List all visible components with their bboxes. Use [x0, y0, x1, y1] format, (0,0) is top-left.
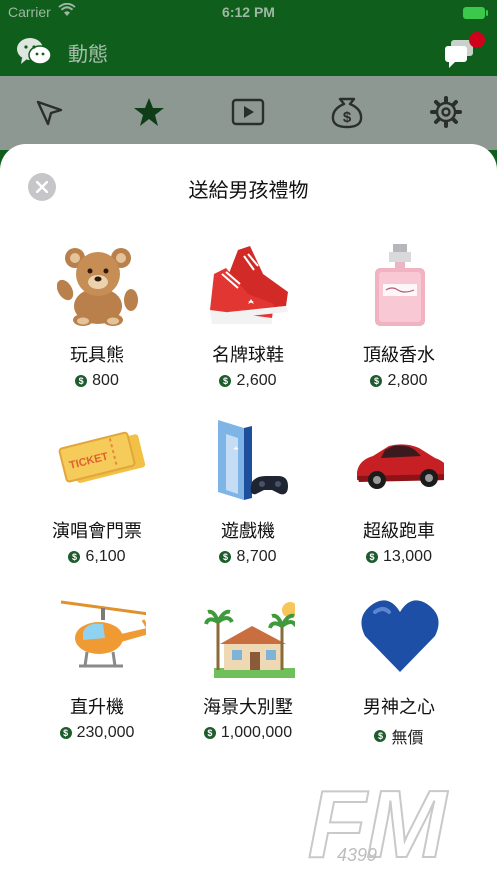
settings-tab[interactable]: [428, 94, 464, 130]
gift-name: 遊戲機: [221, 521, 275, 542]
svg-text:4399: 4399: [337, 845, 377, 865]
price-value: 2,600: [236, 372, 277, 389]
gift-price: $2,800: [324, 372, 474, 390]
fm-4399-watermark-logo: FM 4399: [307, 775, 450, 867]
battery-icon: [463, 7, 488, 19]
coin-icon: $: [366, 551, 379, 563]
gift-name: 海景大別墅: [203, 697, 293, 718]
gear-icon: [430, 96, 462, 128]
nav-bar: 動態: [0, 28, 497, 76]
price-value: 2,800: [387, 372, 428, 389]
coin-icon: $: [59, 727, 72, 739]
gift-price: $230,000: [22, 724, 172, 742]
cursor-tab[interactable]: [32, 94, 68, 130]
gift-name: 男神之心: [363, 697, 435, 718]
cursor-icon: [36, 100, 63, 126]
gift-item[interactable]: 名牌球鞋 $2,600: [173, 244, 323, 414]
video-tab[interactable]: [230, 94, 266, 130]
price-value: 1,000,000: [220, 724, 293, 741]
gift-price: $13,000: [324, 548, 474, 566]
money-tab[interactable]: $: [329, 94, 365, 130]
helicopter-icon: [60, 600, 146, 668]
gift-name: 超級跑車: [363, 521, 435, 542]
game-console-icon: [218, 420, 288, 500]
teddy-bear-icon: [57, 248, 138, 326]
gift-item[interactable]: TICKET 演唱會門票 $6,100: [22, 420, 172, 590]
gift-item[interactable]: 海景大別墅 $1,000,000: [173, 596, 323, 766]
gift-price: $8,700: [173, 548, 323, 566]
sports-car-icon: [357, 444, 444, 489]
coin-icon: $: [68, 551, 81, 563]
price-value: 13,000: [383, 548, 432, 565]
play-icon: [231, 98, 265, 126]
gift-price: $800: [22, 372, 172, 390]
svg-text:FM: FM: [308, 775, 449, 867]
gift-item[interactable]: 直升機 $230,000: [22, 596, 172, 766]
price-value: 6,100: [85, 548, 126, 565]
gift-price: $2,600: [173, 372, 323, 390]
coin-icon: $: [75, 375, 88, 387]
villa-icon: [204, 602, 295, 678]
sneaker-icon: [210, 246, 288, 324]
coin-icon: $: [219, 551, 232, 563]
toolbar: $: [0, 76, 497, 150]
coin-icon: $: [374, 730, 387, 742]
price-value: 230,000: [76, 724, 135, 741]
status-bar: Carrier 6:12 PM: [0, 0, 497, 28]
money-bag-icon: $: [331, 97, 363, 129]
messages-button[interactable]: [443, 32, 485, 70]
gift-item[interactable]: 男神之心 $ 無價: [324, 596, 474, 766]
gift-item[interactable]: 遊戲機 $8,700: [173, 420, 323, 590]
notification-badge: [469, 32, 485, 48]
status-time: 6:12 PM: [222, 4, 275, 20]
gift-name: 演唱會門票: [52, 521, 142, 542]
heart-icon: [361, 600, 439, 672]
gift-price: $ 無價: [324, 724, 474, 748]
coin-icon: $: [203, 727, 216, 739]
page-title: 動態: [68, 42, 108, 66]
sheet-title: 送給男孩禮物: [188, 178, 309, 202]
price-value: 8,700: [236, 548, 277, 565]
price-value: 800: [92, 372, 119, 389]
gift-price: $6,100: [22, 548, 172, 566]
svg-text:$: $: [343, 109, 352, 126]
star-icon: [134, 98, 164, 126]
gift-price: $1,000,000: [173, 724, 323, 742]
coin-icon: $: [370, 375, 383, 387]
coin-icon: $: [219, 375, 232, 387]
gift-item[interactable]: 超級跑車 $13,000: [324, 420, 474, 590]
perfume-icon: [375, 244, 425, 326]
star-tab[interactable]: [131, 94, 167, 130]
gift-name: 直升機: [70, 697, 124, 718]
gift-sheet: 送給男孩禮物 玩具熊 $800 名牌球鞋 $2,600 頂級香水 $ 2,800…: [0, 144, 497, 883]
gift-name: 玩具熊: [70, 345, 124, 366]
ticket-icon: TICKET: [58, 431, 146, 483]
gift-item[interactable]: 頂級香水 $2,800: [324, 244, 474, 414]
gift-name: 名牌球鞋: [212, 345, 284, 366]
gift-item[interactable]: 玩具熊 $800: [22, 244, 172, 414]
price-value: 無價: [391, 730, 424, 747]
wechat-icon: [16, 36, 52, 73]
gift-name: 頂級香水: [363, 345, 435, 366]
